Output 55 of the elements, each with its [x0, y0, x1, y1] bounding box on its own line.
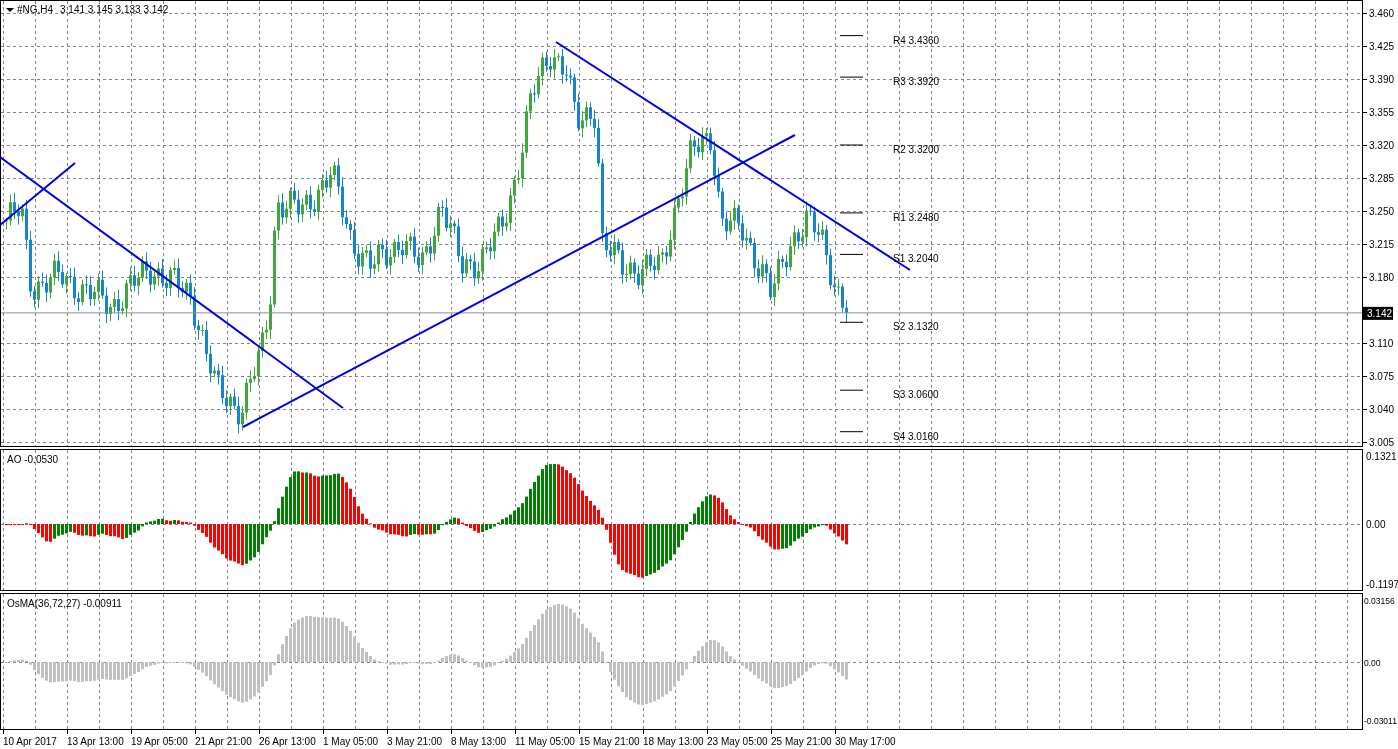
price-axis-label: 3.460 — [1369, 8, 1395, 19]
time-axis-label: 21 Apr 21:00 — [195, 736, 252, 747]
ao-indicator-label: AO -0.0530 — [7, 454, 59, 465]
price-axis-label: 3.075 — [1369, 371, 1395, 382]
pivot-level-line — [839, 321, 864, 323]
pivot-level-label: R4 3.4360 — [893, 34, 940, 46]
time-axis-label: 8 May 13:00 — [451, 736, 507, 747]
pivot-level-line — [839, 144, 864, 146]
price-axis-label: 3.390 — [1369, 74, 1395, 85]
osma-axis-label: -0.03011 — [1364, 716, 1397, 726]
dropdown-triangle-icon[interactable] — [6, 8, 14, 12]
pivot-level-line — [839, 431, 864, 433]
ao-axis-label: 0.00 — [1366, 519, 1386, 530]
symbol-label: #NG,H4 — [17, 4, 54, 15]
pivot-level-label: R3 3.3920 — [893, 76, 940, 88]
price-axis-label: 3.215 — [1369, 239, 1395, 250]
pivot-level-label: R1 3.2480 — [893, 211, 940, 223]
price-axis-label: 3.355 — [1369, 107, 1395, 118]
osma-indicator-label: OsMA(36,72,27) -0.00911 — [7, 598, 122, 609]
price-axis-label: 3.320 — [1369, 140, 1395, 151]
pivot-level-line — [839, 389, 864, 391]
pivot-level-label: S2 3.1320 — [893, 321, 939, 333]
pivot-level-label: S3 3.0600 — [893, 389, 939, 401]
price-axis-label: 3.425 — [1369, 41, 1395, 52]
price-axis-label: 3.110 — [1369, 338, 1394, 349]
osma-axis-label: 0.00 — [1364, 658, 1381, 668]
time-axis-label: 13 Apr 13:00 — [67, 736, 124, 747]
time-axis-label: 18 May 13:00 — [643, 736, 704, 747]
time-axis-label: 23 May 05:00 — [707, 736, 768, 747]
price-axis-label: 3.005 — [1369, 437, 1395, 447]
time-axis-label: 19 Apr 05:00 — [131, 736, 188, 747]
pivot-level-line — [839, 76, 864, 78]
ohlc-values: 3.141 3.145 3.133 3.142 — [60, 4, 169, 15]
ao-axis-label: -0.1197 — [1366, 579, 1398, 590]
price-axis-label: 3.180 — [1369, 272, 1395, 283]
time-axis-label: 15 May 21:00 — [579, 736, 640, 747]
pivot-level-label: S1 3.2040 — [893, 253, 939, 265]
time-axis-label: 11 May 05:00 — [515, 736, 575, 747]
price-axis-label: 3.250 — [1369, 206, 1395, 217]
time-axis-label: 25 May 21:00 — [771, 736, 832, 747]
time-axis-label: 3 May 21:00 — [387, 736, 443, 747]
pivot-level-label: R2 3.3200 — [893, 144, 940, 155]
price-axis-label: 3.040 — [1369, 404, 1395, 415]
time-axis-label: 10 Apr 2017 — [3, 736, 57, 747]
pivot-level-line — [839, 35, 864, 37]
time-axis-label: 26 Apr 13:00 — [259, 736, 316, 747]
ao-axis-label: 0.1321 — [1366, 451, 1397, 462]
osma-axis-label: 0.03156 — [1364, 596, 1395, 606]
current-price-tag: 3.142 — [1363, 306, 1393, 320]
pivot-level-label: S4 3.0160 — [893, 430, 939, 442]
time-axis-label: 30 May 17:00 — [835, 736, 896, 747]
price-axis-label: 3.285 — [1369, 173, 1395, 184]
pivot-level-line — [839, 253, 864, 255]
pivot-level-line — [839, 212, 864, 214]
time-axis-label: 1 May 05:00 — [323, 736, 379, 747]
